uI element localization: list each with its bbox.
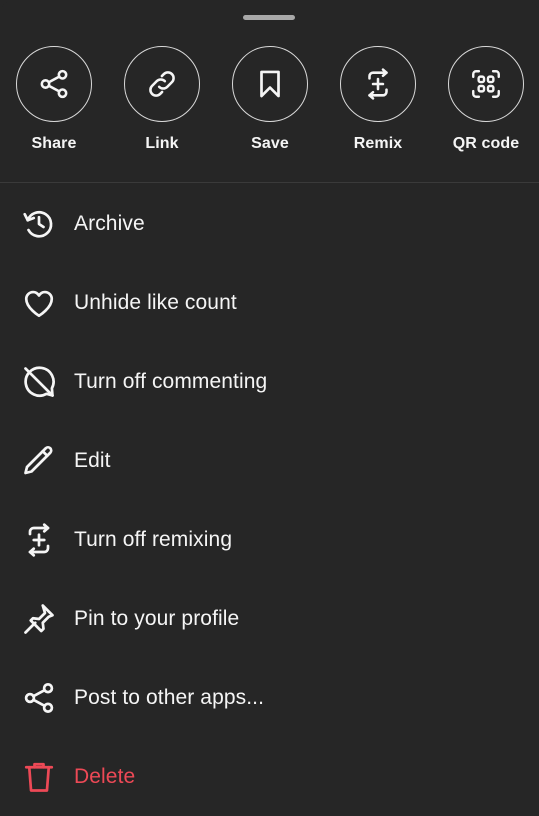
qr-code-label: QR code (452, 135, 520, 152)
archive-icon-wrap (20, 205, 58, 243)
menu-item-unhide-like-count[interactable]: Unhide like count (0, 263, 539, 342)
menu-item-delete[interactable]: Delete (0, 737, 539, 816)
pin-icon (24, 603, 54, 634)
menu-item-label: Pin to your profile (74, 606, 240, 630)
remix-icon (368, 68, 388, 100)
remix-circle (340, 46, 416, 122)
menu-item-label: Edit (74, 448, 111, 472)
menu-item-label: Unhide like count (74, 290, 237, 314)
drag-handle[interactable] (243, 15, 295, 20)
share-button[interactable]: Share (0, 46, 108, 161)
pencil-icon (24, 445, 53, 474)
link-label: Link (145, 135, 179, 152)
heart-icon (24, 290, 54, 317)
save-button[interactable]: Save (216, 46, 324, 161)
link-circle (124, 46, 200, 122)
qr-code-circle (448, 46, 524, 122)
divider (0, 182, 539, 183)
heart-icon-wrap (20, 284, 58, 322)
bookmark-icon (260, 70, 280, 98)
remix-label: Remix (353, 135, 403, 152)
menu-item-turn-off-remixing[interactable]: Turn off remixing (0, 500, 539, 579)
remix-button[interactable]: Remix (324, 46, 432, 161)
link-icon (149, 71, 175, 97)
save-circle (232, 46, 308, 122)
menu-item-label: Archive (74, 211, 145, 235)
share-icon (24, 682, 54, 713)
save-label: Save (251, 135, 289, 152)
link-button[interactable]: Link (108, 46, 216, 161)
remix-icon (28, 522, 50, 557)
archive-icon (23, 210, 53, 238)
menu-item-pin-to-profile[interactable]: Pin to your profile (0, 579, 539, 658)
bottom-sheet: Share Link Save Remix QR code Archive Un… (0, 0, 539, 815)
share-icon (40, 69, 68, 99)
comment-off-icon-wrap (20, 363, 58, 401)
menu-item-label: Post to other apps... (74, 685, 265, 709)
menu-item-label: Turn off commenting (74, 369, 268, 393)
share-circle (16, 46, 92, 122)
trash-icon (24, 762, 54, 792)
pin-icon-wrap (20, 600, 58, 638)
remix-icon-wrap (20, 521, 58, 559)
qr-code-icon (472, 70, 500, 98)
options-menu: Archive Unhide like count Turn off comme… (0, 184, 539, 816)
menu-item-label: Delete (74, 764, 136, 788)
quick-actions-row: Share Link Save Remix QR code (0, 46, 539, 161)
menu-item-archive[interactable]: Archive (0, 184, 539, 263)
share-label: Share (31, 135, 77, 152)
pencil-icon-wrap (20, 442, 58, 480)
qr-code-button[interactable]: QR code (432, 46, 539, 161)
menu-item-edit[interactable]: Edit (0, 421, 539, 500)
trash-icon-wrap (20, 758, 58, 796)
comment-off-icon (24, 365, 55, 397)
share-icon-wrap (20, 679, 58, 717)
menu-item-label: Turn off remixing (74, 527, 233, 551)
menu-item-post-to-other-apps[interactable]: Post to other apps... (0, 658, 539, 737)
menu-item-turn-off-commenting[interactable]: Turn off commenting (0, 342, 539, 421)
